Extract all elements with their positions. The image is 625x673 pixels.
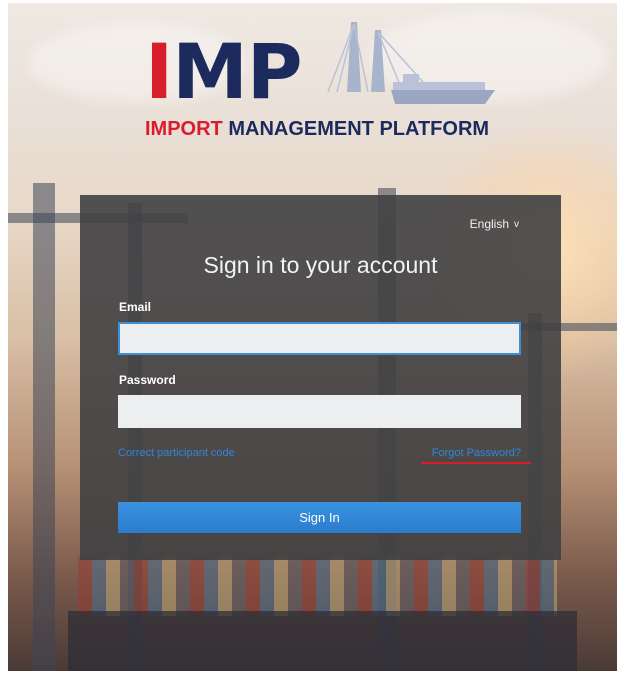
bridge-ship-icon [327, 22, 495, 104]
ship-hull [68, 611, 577, 671]
login-card: English v Sign in to your account Email … [80, 195, 561, 560]
chevron-down-icon: v [514, 218, 519, 230]
imp-logo: IMP IMPORT MANAGEMENT PLATFORM [145, 22, 505, 150]
logo-tagline-import: IMPORT [145, 118, 223, 140]
email-field[interactable] [118, 322, 521, 355]
sign-in-button[interactable]: Sign In [118, 502, 521, 533]
password-field[interactable] [118, 395, 521, 428]
logo-letters-mp: MP [172, 27, 302, 116]
password-label: Password [119, 373, 176, 387]
logo-wordmark: IMP [145, 34, 303, 110]
container-stack [78, 556, 557, 616]
email-label: Email [119, 300, 152, 314]
logo-tagline: IMPORT MANAGEMENT PLATFORM [145, 118, 489, 141]
logo-letter-i: I [145, 27, 173, 116]
forgot-password-link[interactable]: Forgot Password? [432, 447, 521, 459]
logo-tagline-rest: MANAGEMENT PLATFORM [228, 118, 490, 140]
forgot-password-highlight [421, 462, 531, 464]
page-title: Sign in to your account [203, 252, 438, 278]
language-selector[interactable]: English v [470, 217, 519, 231]
language-label: English [469, 217, 509, 231]
crane-tower [33, 183, 55, 671]
correct-participant-code-link[interactable]: Correct participant code [118, 447, 235, 459]
